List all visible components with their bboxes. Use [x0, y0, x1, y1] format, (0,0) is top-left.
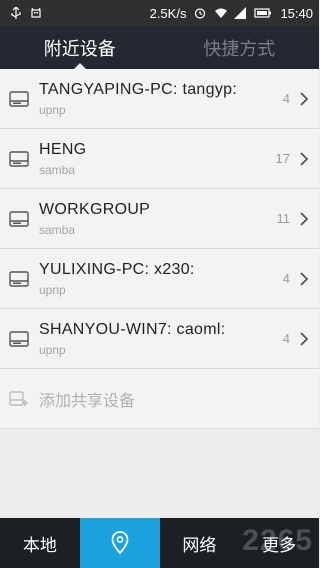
device-protocol: upnp [39, 102, 66, 117]
nav-label: 更多 [262, 535, 297, 556]
device-row[interactable]: HENG samba 17 [0, 129, 319, 189]
device-protocol: samba [39, 222, 76, 237]
device-protocol: upnp [39, 282, 66, 297]
nav-more[interactable]: 更多 [239, 518, 319, 568]
device-name: SHANYOU-WIN7: caoml: [39, 320, 226, 338]
wifi-icon [214, 7, 228, 19]
add-device-label: 添加共享设备 [39, 390, 136, 410]
alarm-icon [194, 7, 206, 19]
add-shared-device-button[interactable]: 添加共享设备 [0, 369, 319, 429]
status-bar: 2.5K/s 15:40 [0, 0, 319, 26]
device-row[interactable]: TANGYAPING-PC: tangyp: upnp 4 [0, 69, 319, 129]
bottom-nav: 本地 网络 更多 2265 [0, 518, 319, 568]
nav-label: 网络 [182, 535, 217, 556]
location-pin-icon [111, 531, 129, 555]
battery-icon [254, 7, 272, 19]
tab-label: 快捷方式 [203, 38, 276, 60]
share-count: 4 [282, 331, 290, 346]
network-speed: 2.5K/s [149, 5, 187, 21]
nav-nearby[interactable] [79, 518, 160, 568]
computer-device-icon [9, 330, 29, 347]
tab-shortcuts[interactable]: 快捷方式 [160, 26, 320, 69]
chevron-right-icon [300, 211, 309, 226]
device-name: HENG [39, 140, 87, 158]
android-debug-icon [30, 7, 42, 19]
device-protocol: samba [39, 162, 76, 177]
device-row[interactable]: YULIXING-PC: x230: upnp 4 [0, 249, 319, 309]
computer-device-icon [9, 270, 29, 287]
tab-label: 附近设备 [43, 38, 116, 60]
computer-device-icon [9, 210, 29, 227]
add-device-icon [9, 390, 28, 406]
signal-icon [234, 7, 247, 19]
share-count: 11 [276, 211, 291, 226]
clock: 15:40 [280, 5, 313, 21]
share-count: 4 [282, 271, 290, 286]
share-count: 4 [282, 91, 290, 106]
computer-device-icon [9, 150, 29, 167]
computer-device-icon [9, 90, 29, 107]
device-name: WORKGROUP [39, 200, 151, 218]
chevron-right-icon [300, 91, 309, 106]
device-list: TANGYAPING-PC: tangyp: upnp 4 HENG samba… [0, 69, 319, 429]
usb-icon [10, 7, 22, 19]
share-count: 17 [275, 151, 290, 166]
tab-nearby-devices[interactable]: 附近设备 [0, 26, 160, 69]
nav-local[interactable]: 本地 [0, 518, 80, 568]
tab-bar: 附近设备 快捷方式 [0, 26, 319, 69]
device-name: YULIXING-PC: x230: [39, 260, 195, 278]
device-row[interactable]: SHANYOU-WIN7: caoml: upnp 4 [0, 309, 319, 369]
device-row[interactable]: WORKGROUP samba 11 [0, 189, 319, 249]
nav-network[interactable]: 网络 [160, 518, 240, 568]
chevron-right-icon [300, 271, 309, 286]
nav-label: 本地 [22, 535, 57, 556]
chevron-right-icon [300, 151, 309, 166]
device-name: TANGYAPING-PC: tangyp: [39, 80, 238, 98]
device-protocol: upnp [39, 342, 66, 357]
chevron-right-icon [300, 331, 309, 346]
